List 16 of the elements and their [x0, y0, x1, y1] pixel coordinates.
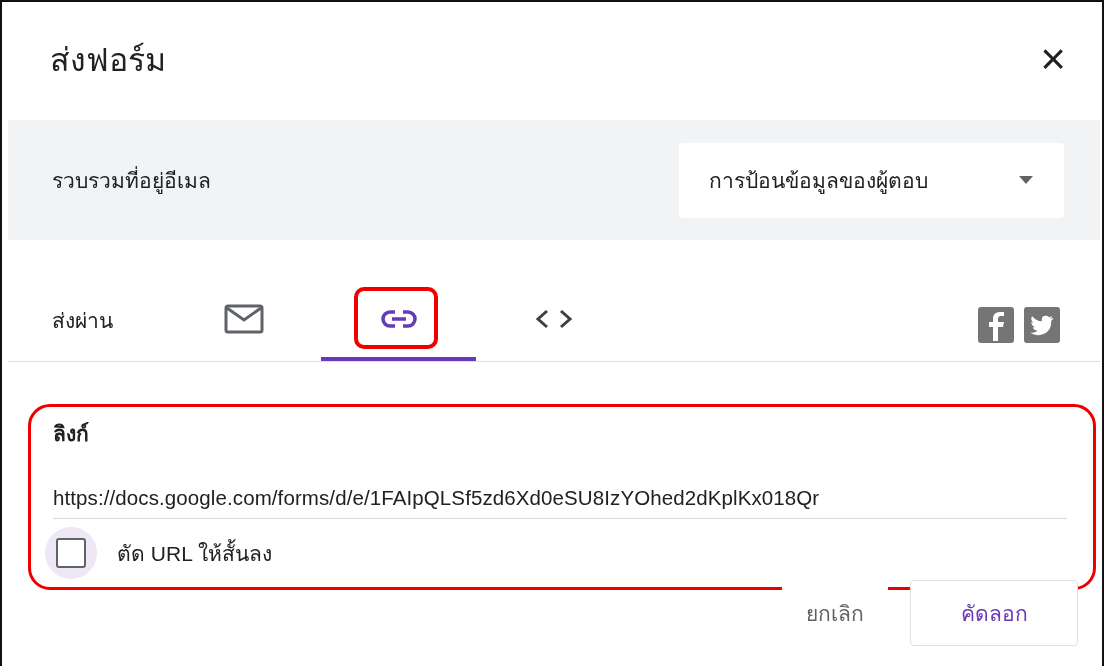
dialog-title: ส่งฟอร์ม: [50, 40, 166, 80]
facebook-icon[interactable]: [978, 307, 1014, 343]
code-icon: [534, 308, 573, 330]
copy-button[interactable]: คัดลอก: [910, 580, 1078, 646]
responder-dropdown[interactable]: การป้อนข้อมูลของผู้ตอบ: [679, 142, 1064, 218]
collect-email-label: รวบรวมที่อยู่อีเมล: [52, 165, 211, 196]
shorten-checkbox[interactable]: [56, 538, 86, 568]
twitter-icon[interactable]: [1024, 307, 1060, 343]
url-field[interactable]: https://docs.google.com/forms/d/e/1FAIpQLSf5zd6Xd0eSU8IzYOhed2dKplKx018Qr: [53, 486, 1067, 519]
link-icon: [380, 309, 417, 329]
mail-icon: [223, 304, 264, 334]
send-via-label: ส่งผ่าน: [52, 308, 114, 334]
close-button[interactable]: ×: [1040, 37, 1066, 81]
link-heading: ลิงก์: [53, 421, 90, 447]
caret-icon: [1018, 175, 1034, 185]
shorten-label: ตัด URL ให้สั้นลง: [117, 538, 272, 567]
